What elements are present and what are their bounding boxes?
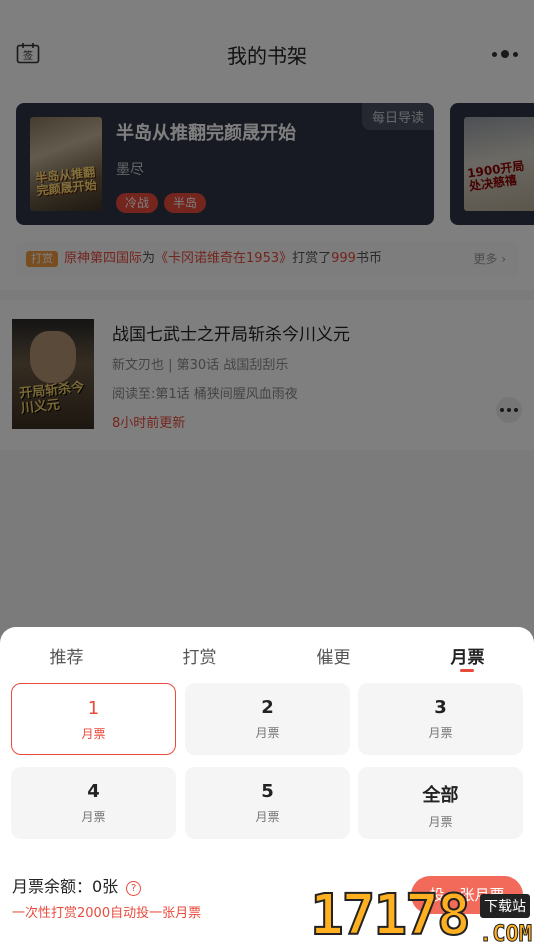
ticket-option-4[interactable]: 4 月票: [11, 767, 176, 839]
ticket-option-5[interactable]: 5 月票: [185, 767, 350, 839]
ticket-option-2[interactable]: 2 月票: [185, 683, 350, 755]
help-icon[interactable]: ?: [126, 881, 142, 896]
ticket-option-1[interactable]: 1 月票: [11, 683, 176, 755]
sheet-tabs: 推荐 打赏 催更 月票: [0, 643, 534, 673]
tab-recommend[interactable]: 推荐: [0, 643, 133, 668]
active-tab-indicator: [460, 669, 474, 672]
tab-urge[interactable]: 催更: [267, 643, 400, 668]
ticket-option-3[interactable]: 3 月票: [358, 683, 523, 755]
tab-reward[interactable]: 打赏: [133, 643, 266, 668]
auto-ticket-hint: 一次性打赏2000自动投一张月票: [12, 906, 202, 921]
tab-monthly-ticket[interactable]: 月票: [401, 643, 534, 672]
ticket-option-all[interactable]: 全部 月票: [358, 767, 523, 839]
site-watermark: 17178 下载站 .COM: [309, 883, 532, 948]
ticket-balance: 月票余额：0张?: [12, 873, 142, 897]
